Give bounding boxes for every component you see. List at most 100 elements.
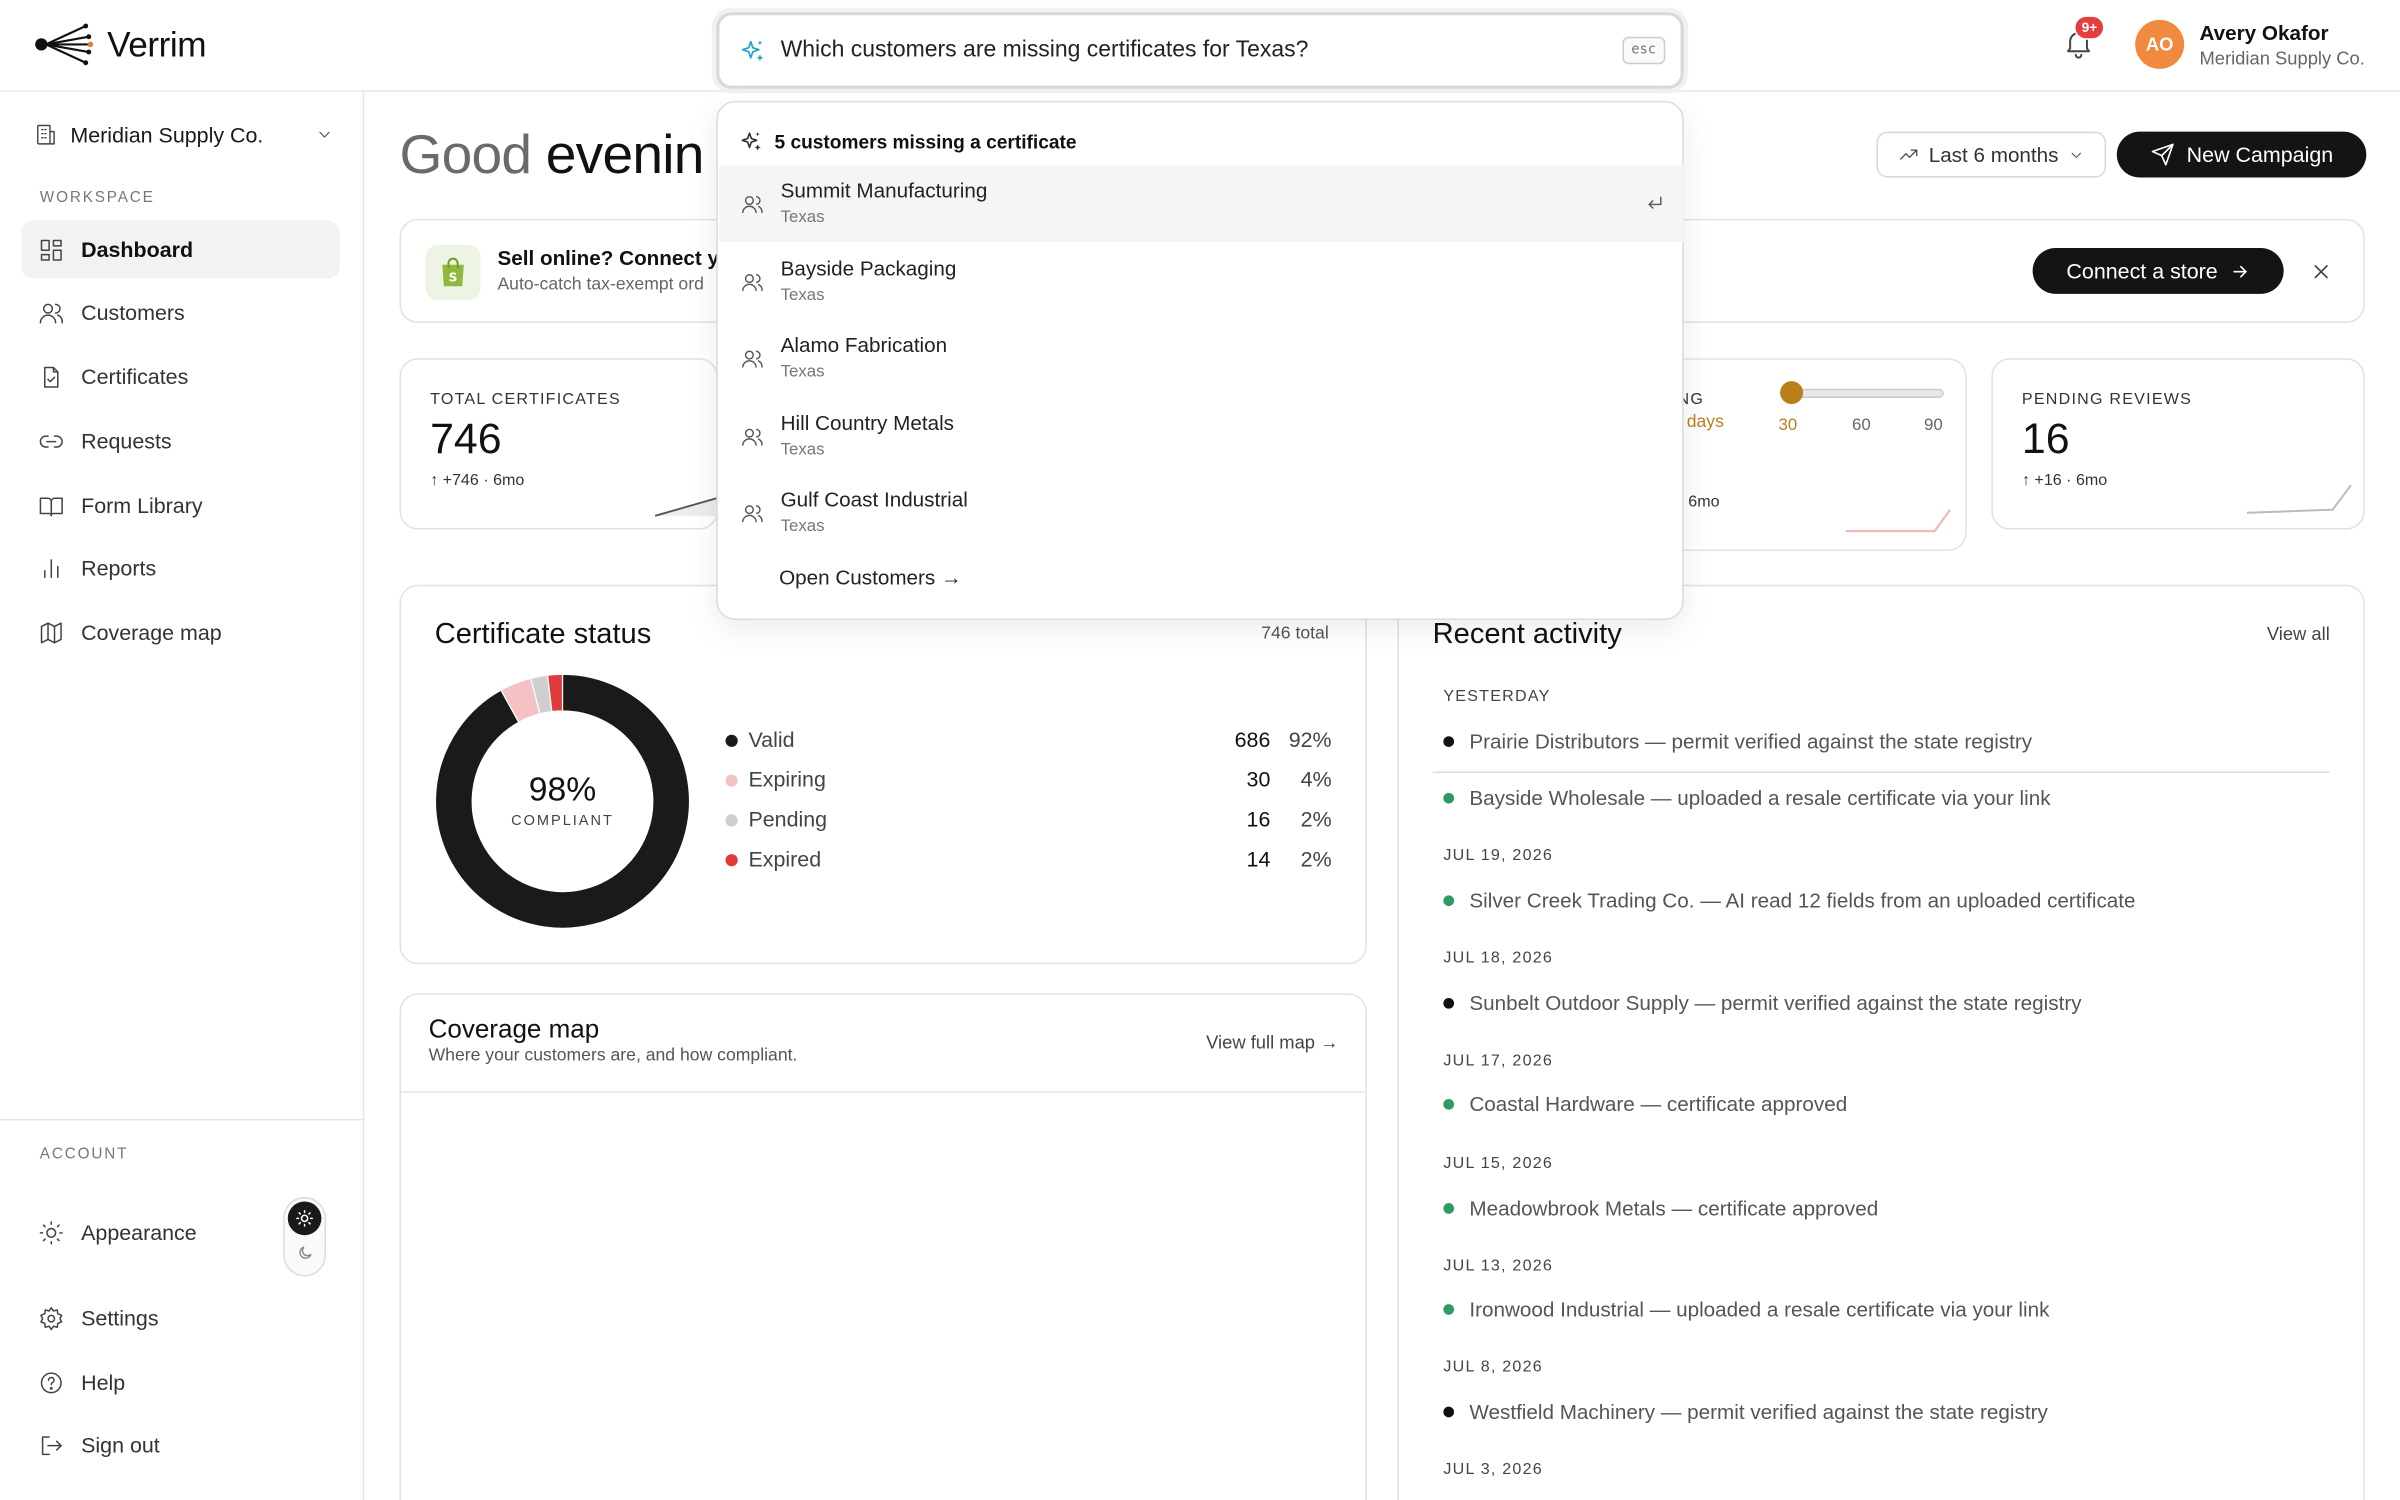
activity-text: Prairie Distributors — permit verified a… <box>1469 730 2033 754</box>
ai-search-input[interactable]: Which customers are missing certificates… <box>716 12 1684 89</box>
activity-item[interactable]: Westfield Machinery — permit verified ag… <box>1443 1400 2048 1424</box>
certificate-total: 746 total <box>1261 624 1329 643</box>
result-state: Texas <box>780 362 825 382</box>
result-row[interactable]: Bayside Packaging Texas <box>719 243 1683 320</box>
stat-sparkline <box>2246 484 2352 514</box>
theme-toggle[interactable] <box>283 1196 327 1277</box>
avatar[interactable]: AO <box>2135 19 2185 69</box>
close-icon[interactable] <box>2311 262 2331 282</box>
activity-dot <box>1443 1303 1455 1315</box>
app-name: Verrim <box>107 23 207 64</box>
activity-divider <box>1432 771 2330 773</box>
sidebar-item-requests[interactable]: Requests <box>21 412 339 470</box>
compliance-label: COMPLIANT <box>511 812 614 830</box>
users-icon <box>39 302 64 323</box>
sign-out-icon <box>41 1435 62 1455</box>
result-name: Gulf Coast Industrial <box>780 488 968 512</box>
org-name: Meridian Supply Co. <box>70 122 264 147</box>
book-icon <box>39 496 63 516</box>
view-full-map-link[interactable]: View full map → <box>1206 1032 1338 1053</box>
esc-key-hint[interactable]: esc <box>1622 36 1666 65</box>
legend-dot <box>725 734 738 747</box>
activity-dot <box>1443 1406 1455 1418</box>
result-state: Texas <box>780 286 825 305</box>
link-icon <box>39 434 63 447</box>
send-icon <box>2151 143 2174 166</box>
results-header: 5 customers missing a certificate <box>774 131 1077 154</box>
activity-item[interactable]: Prairie Distributors — permit verified a… <box>1443 730 2032 753</box>
org-selector[interactable]: Meridian Supply Co. <box>34 118 334 152</box>
coverage-map-subtitle: Where your customers are, and how compli… <box>428 1046 798 1066</box>
legend-name: Expired <box>748 846 822 871</box>
activity-item[interactable]: Bayside Wholesale — uploaded a resale ce… <box>1443 787 2051 810</box>
shopify-logo: S <box>425 244 481 300</box>
sidebar-item-label: Coverage map <box>81 619 222 645</box>
notifications-badge: 9+ <box>2073 15 2105 40</box>
arrow-right-icon <box>2233 265 2247 277</box>
new-campaign-button[interactable]: New Campaign <box>2116 131 2367 178</box>
slider-option-90[interactable]: 90 <box>1924 416 1943 434</box>
light-mode-option[interactable] <box>287 1201 322 1236</box>
legend-name: Valid <box>748 727 795 752</box>
map-divider <box>401 1091 1366 1093</box>
activity-item[interactable]: Ironwood Industrial — uploaded a resale … <box>1443 1298 2049 1321</box>
slider-option-30[interactable]: 30 <box>1779 416 1798 434</box>
connect-store-button[interactable]: Connect a store <box>2032 247 2284 294</box>
result-state: Texas <box>780 440 825 460</box>
view-all-link[interactable]: View all <box>2267 623 2330 644</box>
chevron-down-icon <box>319 131 330 138</box>
sidebar-item-sign-out[interactable]: Sign out <box>21 1416 339 1474</box>
sidebar-item-label: Dashboard <box>81 237 194 262</box>
activity-item[interactable]: Meadowbrook Metals — certificate approve… <box>1443 1197 1878 1220</box>
activity-item[interactable]: Sunbelt Outdoor Supply — permit verified… <box>1443 992 2082 1015</box>
result-row[interactable]: Summit Manufacturing Texas <box>719 165 1684 242</box>
legend-dot <box>725 814 738 827</box>
sidebar-item-dashboard[interactable]: Dashboard <box>21 220 340 279</box>
expiry-window-slider[interactable] <box>1781 388 1944 398</box>
date-range-select[interactable]: Last 6 months <box>1876 131 2107 178</box>
legend-dot <box>725 854 738 867</box>
stat-label: TOTAL CERTIFICATES <box>430 390 621 409</box>
sidebar-item-certificates[interactable]: Certificates <box>21 347 339 405</box>
compliance-percent: 98% <box>528 769 597 809</box>
sidebar-item-appearance[interactable]: Appearance <box>21 1203 266 1261</box>
users-icon <box>742 428 763 446</box>
user-name[interactable]: Avery Okafor <box>2199 21 2328 44</box>
result-row[interactable]: Alamo Fabrication Texas <box>719 320 1683 397</box>
legend-row-expiring: Expiring 30 4% <box>725 765 1332 796</box>
date-range-label: Last 6 months <box>1928 143 2059 167</box>
result-row[interactable]: Gulf Coast Industrial Texas <box>719 474 1683 551</box>
activity-text: Westfield Machinery — permit verified ag… <box>1469 1400 2048 1424</box>
sidebar-divider <box>0 1118 363 1121</box>
trend-up-icon <box>1900 149 1918 160</box>
activity-item[interactable]: Coastal Hardware — certificate approved <box>1443 1093 1847 1116</box>
legend-pct: 92% <box>1288 727 1332 752</box>
banner-subtitle: Auto-catch tax-exempt ord <box>497 275 704 294</box>
sidebar-item-reports[interactable]: Reports <box>21 539 339 597</box>
legend-dot <box>725 774 738 787</box>
legend-name: Expiring <box>748 766 826 792</box>
open-customers-link[interactable]: Open Customers → <box>779 566 962 589</box>
sidebar-item-help[interactable]: Help <box>21 1353 339 1411</box>
stat-label: PENDING REVIEWS <box>2021 390 2193 409</box>
legend-pct: 2% <box>1300 806 1332 832</box>
sun-icon <box>39 1220 63 1244</box>
account-label: ACCOUNT <box>39 1146 129 1164</box>
slider-handle[interactable] <box>1780 381 1804 405</box>
activity-text: Coastal Hardware — certificate approved <box>1469 1092 1848 1116</box>
sidebar-item-customers[interactable]: Customers <box>21 283 339 341</box>
sidebar-item-coverage-map[interactable]: Coverage map <box>21 603 339 661</box>
stat-value: 746 <box>430 414 502 463</box>
app-logo[interactable]: Verrim <box>34 21 207 67</box>
activity-date: JUL 18, 2026 <box>1443 948 1554 968</box>
sidebar-item-settings[interactable]: Settings <box>21 1289 339 1347</box>
result-state: Texas <box>780 208 825 227</box>
sidebar-item-form-library[interactable]: Form Library <box>21 476 339 534</box>
slider-option-60[interactable]: 60 <box>1852 416 1871 434</box>
activity-item[interactable]: Silver Creek Trading Co. — AI read 12 fi… <box>1443 889 2136 912</box>
moon-icon[interactable] <box>297 1244 314 1261</box>
result-row[interactable]: Hill Country Metals Texas <box>719 398 1683 475</box>
certificate-status-title: Certificate status <box>434 618 652 651</box>
new-campaign-label: New Campaign <box>2186 142 2334 167</box>
sidebar-item-label: Customers <box>81 299 185 325</box>
